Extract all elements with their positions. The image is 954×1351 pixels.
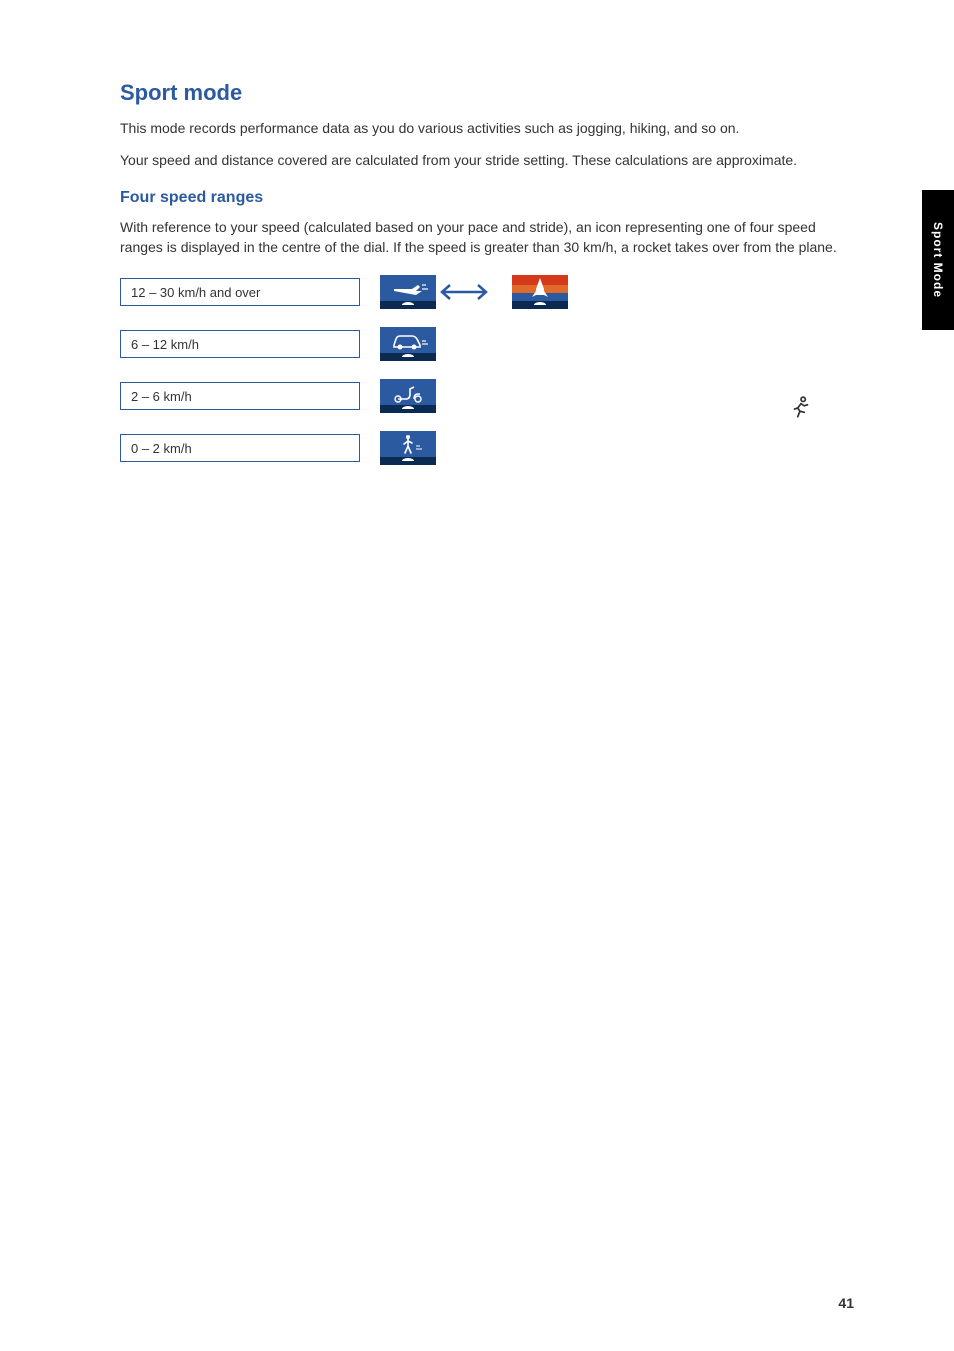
speed-range-table: 12 – 30 km/h and over [120, 275, 854, 465]
rocket-icon [512, 275, 568, 309]
intro-paragraph-2: Your speed and distance covered are calc… [120, 150, 854, 170]
speed-range-label: 0 – 2 km/h [120, 434, 360, 462]
walker-icon [380, 431, 436, 465]
speed-range-label: 6 – 12 km/h [120, 330, 360, 358]
double-arrow-icon [436, 275, 492, 309]
scooter-icon [380, 379, 436, 413]
section-heading: Sport mode [120, 80, 854, 106]
speed-range-row: 6 – 12 km/h [120, 327, 854, 361]
page-number: 41 [838, 1295, 854, 1311]
page: Sport Mode Sport mode This mode records … [0, 0, 954, 1351]
subheading-four-speed-ranges: Four speed ranges [120, 189, 854, 207]
speed-ranges-paragraph: With reference to your speed (calculated… [120, 217, 854, 258]
side-tab-sport-mode: Sport Mode [922, 190, 954, 330]
speed-range-row: 2 – 6 km/h [120, 379, 854, 413]
running-person-icon [788, 395, 814, 421]
speed-range-label: 2 – 6 km/h [120, 382, 360, 410]
intro-paragraph-1: This mode records performance data as yo… [120, 118, 854, 138]
speed-range-row: 12 – 30 km/h and over [120, 275, 854, 309]
speed-range-label: 12 – 30 km/h and over [120, 278, 360, 306]
plane-icon [380, 275, 436, 309]
car-icon [380, 327, 436, 361]
speed-range-row: 0 – 2 km/h [120, 431, 854, 465]
